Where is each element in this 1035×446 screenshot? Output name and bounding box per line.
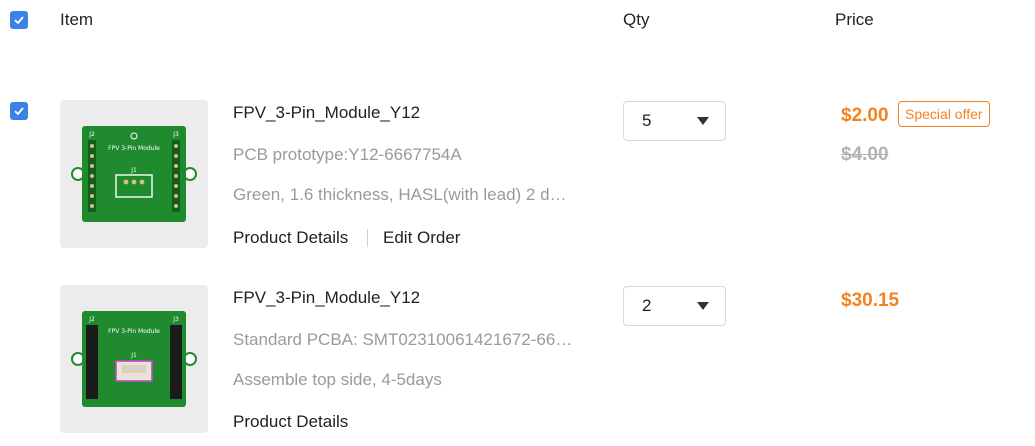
svg-text:J2: J2 bbox=[88, 131, 95, 138]
quantity-value: 2 bbox=[642, 296, 652, 315]
original-price: $4.00 bbox=[841, 144, 889, 165]
svg-text:J1: J1 bbox=[130, 352, 137, 359]
quantity-select[interactable]: 2 bbox=[623, 286, 726, 326]
quantity-select[interactable]: 5 bbox=[623, 101, 726, 141]
product-thumbnail[interactable]: FPV 3-Pin Module J2 J3 J1 bbox=[60, 100, 208, 248]
svg-text:FPV 3-Pin Module: FPV 3-Pin Module bbox=[108, 328, 160, 335]
item-checkbox[interactable] bbox=[10, 102, 28, 120]
chevron-down-icon bbox=[697, 302, 709, 310]
current-price: $2.00 bbox=[841, 105, 889, 126]
product-details-link[interactable]: Product Details bbox=[233, 412, 348, 432]
product-spec-line: PCB prototype:Y12-6667754A bbox=[233, 145, 462, 164]
select-all-checkbox[interactable] bbox=[10, 11, 28, 29]
product-thumbnail[interactable]: FPV 3-Pin Module J2 J3 J1 bbox=[60, 285, 208, 433]
column-header-price: Price bbox=[835, 10, 874, 29]
check-icon bbox=[14, 107, 24, 116]
pcba-board-image: FPV 3-Pin Module J2 J3 J1 bbox=[71, 311, 197, 407]
svg-text:FPV 3-Pin Module: FPV 3-Pin Module bbox=[108, 145, 160, 152]
svg-text:J1: J1 bbox=[130, 167, 137, 174]
edit-order-link[interactable]: Edit Order bbox=[383, 228, 460, 248]
product-spec-line: Assemble top side, 4-5days bbox=[233, 370, 442, 389]
check-icon bbox=[14, 16, 24, 25]
product-spec-line: Standard PCBA: SMT02310061421672-66… bbox=[233, 330, 573, 349]
special-offer-badge: Special offer bbox=[898, 101, 990, 127]
link-divider bbox=[367, 229, 368, 247]
product-name: FPV_3-Pin_Module_Y12 bbox=[233, 288, 421, 307]
product-spec-line: Green, 1.6 thickness, HASL(with lead) 2 … bbox=[233, 185, 567, 204]
svg-text:J3: J3 bbox=[172, 131, 179, 138]
current-price: $30.15 bbox=[841, 290, 900, 311]
svg-text:J3: J3 bbox=[172, 316, 179, 323]
product-details-link[interactable]: Product Details bbox=[233, 228, 348, 248]
chevron-down-icon bbox=[697, 117, 709, 125]
product-name: FPV_3-Pin_Module_Y12 bbox=[233, 103, 421, 122]
quantity-value: 5 bbox=[642, 111, 652, 130]
column-header-qty: Qty bbox=[623, 10, 650, 29]
column-header-item: Item bbox=[60, 10, 94, 29]
pcb-board-image: FPV 3-Pin Module J2 J3 J1 bbox=[71, 126, 197, 222]
svg-text:J2: J2 bbox=[88, 316, 95, 323]
